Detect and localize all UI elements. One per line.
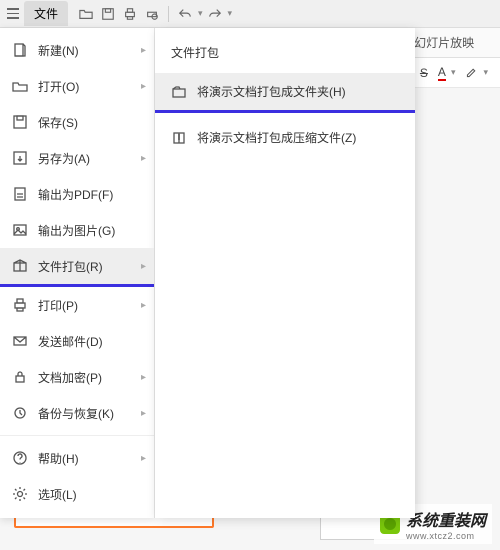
menu-export-image[interactable]: 输出为图片(G) — [0, 212, 154, 248]
save-as-icon — [12, 150, 28, 166]
lock-icon — [12, 369, 28, 385]
menu-label: 保存(S) — [38, 114, 78, 131]
menu-label: 文件打包(R) — [38, 258, 103, 275]
menu-package[interactable]: 文件打包(R) ▸ — [0, 248, 154, 284]
backup-icon — [12, 405, 28, 421]
menu-label: 输出为PDF(F) — [38, 186, 113, 203]
watermark-brand: 系统重装网 — [406, 513, 486, 530]
gear-icon — [12, 486, 28, 502]
menu-icon[interactable] — [4, 5, 22, 23]
chevron-right-icon: ▸ — [141, 300, 146, 311]
package-submenu: 文件打包 将演示文档打包成文件夹(H) 将演示文档打包成压缩文件(Z) — [155, 28, 415, 518]
package-icon — [12, 258, 28, 274]
menu-send-mail[interactable]: 发送邮件(D) — [0, 323, 154, 359]
submenu-label: 将演示文档打包成压缩文件(Z) — [197, 129, 356, 146]
folder-package-icon — [171, 84, 187, 100]
separator — [168, 6, 169, 22]
chevron-right-icon: ▸ — [141, 261, 146, 272]
quick-access-toolbar: 文件 ▾ ▾ — [0, 0, 500, 28]
help-icon — [12, 450, 28, 466]
undo-dropdown[interactable]: ▾ — [198, 8, 203, 19]
menu-backup[interactable]: 备份与恢复(K) ▸ — [0, 395, 154, 431]
submenu-package-folder[interactable]: 将演示文档打包成文件夹(H) — [155, 73, 415, 110]
strikethrough-icon[interactable]: S — [420, 66, 428, 80]
chevron-right-icon: ▸ — [141, 408, 146, 419]
save-icon[interactable] — [98, 4, 118, 24]
chevron-right-icon: ▸ — [141, 81, 146, 92]
menu-label: 文档加密(P) — [38, 369, 102, 386]
print-icon — [12, 297, 28, 313]
highlight-icon[interactable]: ▾ — [465, 66, 488, 79]
print-icon[interactable] — [120, 4, 140, 24]
watermark-url: www.xtcz2.com — [406, 531, 486, 541]
mail-icon — [12, 333, 28, 349]
menu-label: 打印(P) — [38, 297, 78, 314]
chevron-right-icon: ▸ — [141, 453, 146, 464]
font-color-icon[interactable]: A▾ — [438, 65, 456, 81]
new-file-icon — [12, 42, 28, 58]
menu-label: 备份与恢复(K) — [38, 405, 114, 422]
menu-label: 选项(L) — [38, 486, 77, 503]
menu-label: 发送邮件(D) — [38, 333, 103, 350]
submenu-label: 将演示文档打包成文件夹(H) — [197, 83, 346, 100]
redo-dropdown[interactable]: ▾ — [228, 8, 233, 19]
menu-label: 新建(N) — [38, 42, 79, 59]
redo-icon[interactable] — [205, 4, 225, 24]
print-preview-icon[interactable] — [142, 4, 162, 24]
menu-save-as[interactable]: 另存为(A) ▸ — [0, 140, 154, 176]
menu-options[interactable]: 选项(L) — [0, 476, 154, 512]
divider — [0, 435, 154, 436]
menu-export-pdf[interactable]: 输出为PDF(F) — [0, 176, 154, 212]
file-menu-flyout: 新建(N) ▸ 打开(O) ▸ 保存(S) 另存为(A) ▸ 输出为PDF(F)… — [0, 28, 415, 518]
image-icon — [12, 222, 28, 238]
menu-label: 打开(O) — [38, 78, 79, 95]
open-folder-icon[interactable] — [76, 4, 96, 24]
zip-package-icon — [171, 130, 187, 146]
chevron-right-icon: ▸ — [141, 153, 146, 164]
undo-icon[interactable] — [175, 4, 195, 24]
pdf-icon — [12, 186, 28, 202]
menu-help[interactable]: 帮助(H) ▸ — [0, 440, 154, 476]
menu-save[interactable]: 保存(S) — [0, 104, 154, 140]
save-icon — [12, 114, 28, 130]
file-menu: 新建(N) ▸ 打开(O) ▸ 保存(S) 另存为(A) ▸ 输出为PDF(F)… — [0, 28, 155, 518]
menu-open[interactable]: 打开(O) ▸ — [0, 68, 154, 104]
file-tab[interactable]: 文件 — [24, 1, 68, 26]
open-icon — [12, 78, 28, 94]
tab-slideshow[interactable]: 幻灯片放映 — [414, 34, 474, 51]
chevron-right-icon: ▸ — [141, 372, 146, 383]
submenu-title: 文件打包 — [155, 38, 415, 73]
chevron-right-icon: ▸ — [141, 45, 146, 56]
menu-label: 输出为图片(G) — [38, 222, 115, 239]
submenu-package-zip[interactable]: 将演示文档打包成压缩文件(Z) — [155, 119, 415, 156]
menu-label: 另存为(A) — [38, 150, 90, 167]
menu-label: 帮助(H) — [38, 450, 79, 467]
active-underline — [155, 110, 415, 113]
menu-encrypt[interactable]: 文档加密(P) ▸ — [0, 359, 154, 395]
menu-print[interactable]: 打印(P) ▸ — [0, 287, 154, 323]
menu-new[interactable]: 新建(N) ▸ — [0, 32, 154, 68]
